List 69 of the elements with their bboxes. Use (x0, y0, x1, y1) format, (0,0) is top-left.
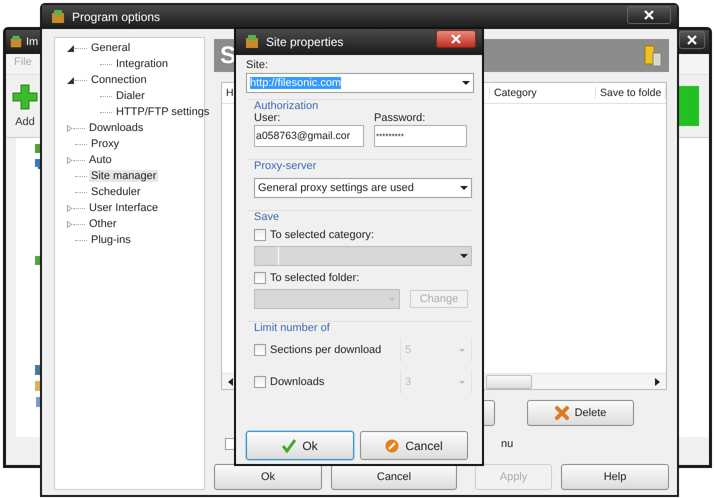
app-icon (9, 35, 23, 49)
dialog-button[interactable]: Cancel (331, 464, 457, 490)
close-icon (687, 35, 697, 45)
collapsed-arrow-icon[interactable] (67, 156, 72, 164)
field-label: Password: (374, 112, 426, 124)
dialog-button[interactable]: Ok (214, 464, 322, 490)
window-title: Im (26, 36, 38, 48)
field-label: User: (254, 112, 282, 124)
option-label: nu (501, 438, 514, 450)
dialog-title: Site properties (266, 35, 344, 49)
app-icon (50, 9, 66, 25)
plus-icon (12, 84, 38, 110)
add-button[interactable]: Add (12, 84, 38, 128)
folders-icon (643, 44, 663, 66)
expanded-arrow-icon[interactable] (67, 76, 74, 84)
delete-button[interactable]: Delete (527, 400, 634, 426)
tree-item[interactable]: Plug-ins (89, 234, 133, 246)
scroll-right-icon (654, 378, 660, 386)
group-title: Save (254, 211, 280, 223)
tree-item[interactable]: User Interface (87, 202, 160, 214)
scrollbar-thumb[interactable] (486, 374, 532, 388)
checkbox-label: Sections per download (270, 344, 382, 356)
collapsed-arrow-icon[interactable] (67, 220, 72, 228)
tree-item[interactable]: Dialer (114, 90, 147, 102)
ok-button[interactable]: Ok (246, 431, 354, 460)
field-label: Site: (246, 59, 270, 71)
column-header[interactable]: Category (490, 87, 596, 99)
group-title: Proxy-server (254, 160, 318, 172)
tree-item[interactable]: Connection (89, 74, 149, 86)
group-title: Authorization (254, 100, 320, 112)
password-field[interactable]: ********* (374, 125, 467, 147)
close-button[interactable] (436, 30, 476, 48)
app-icon (244, 34, 260, 50)
close-button[interactable] (627, 6, 671, 24)
close-icon (644, 10, 654, 20)
close-icon (451, 34, 461, 44)
cancel-button[interactable]: Cancel (360, 431, 468, 460)
group-title: Limit number of (254, 322, 331, 334)
close-button[interactable] (679, 31, 705, 49)
tree-item[interactable]: Scheduler (89, 186, 143, 198)
checkbox[interactable] (254, 229, 266, 241)
dropdown-arrow-icon (459, 348, 465, 352)
column-header[interactable]: Save to folde (596, 87, 666, 99)
proxy-combobox[interactable]: General proxy settings are used (254, 178, 472, 198)
checkbox[interactable] (254, 272, 266, 284)
checkbox[interactable] (254, 376, 266, 388)
tree-item[interactable]: Downloads (87, 122, 146, 134)
dropdown-arrow-icon (459, 380, 465, 384)
collapsed-arrow-icon[interactable] (67, 124, 72, 132)
checkmark-icon (282, 438, 296, 452)
delete-icon (554, 406, 569, 420)
checkbox-label: To selected folder: (270, 272, 360, 284)
checkbox[interactable] (254, 344, 266, 356)
window-title: Program options (72, 10, 160, 24)
user-field[interactable]: a058763@gmail.cor (254, 125, 364, 147)
tree-item[interactable]: Other (87, 218, 119, 230)
checkbox-label: Downloads (270, 376, 326, 388)
section-title: S (220, 42, 236, 70)
tree-item[interactable]: HTTP/FTP settings (114, 106, 212, 118)
checkbox-label: To selected category: (270, 229, 374, 241)
collapsed-arrow-icon[interactable] (67, 204, 72, 212)
tree-item[interactable]: Site manager (89, 170, 158, 182)
tree-item[interactable]: General (89, 42, 132, 54)
tree-item[interactable]: Integration (114, 58, 170, 70)
tree-item[interactable]: Auto (87, 154, 114, 166)
tree-item[interactable]: Proxy (89, 138, 122, 150)
dialog-button[interactable]: Help (561, 464, 669, 490)
cancel-icon (385, 438, 400, 452)
expanded-arrow-icon[interactable] (67, 44, 74, 52)
